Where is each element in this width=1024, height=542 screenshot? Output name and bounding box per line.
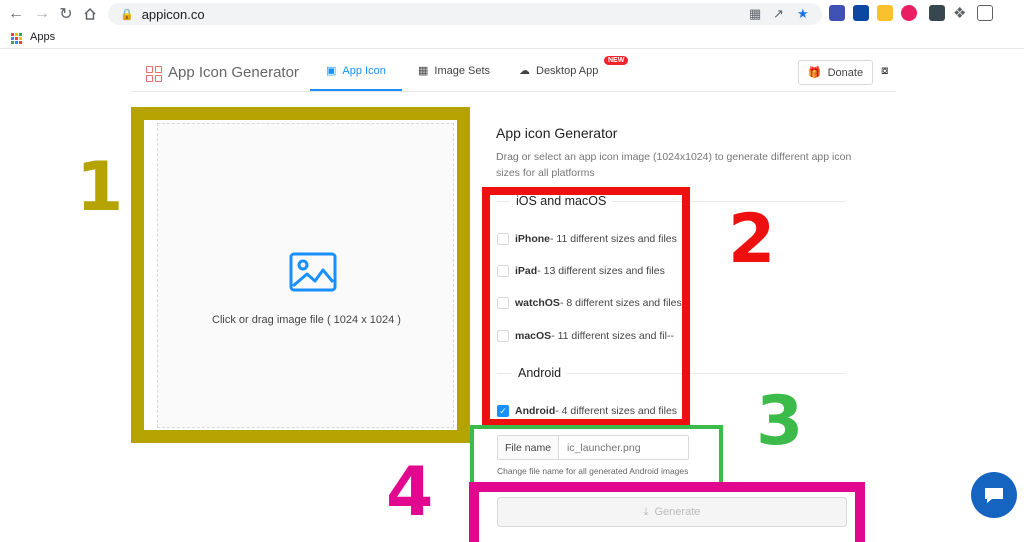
site-header: App Icon Generator ▣ App Icon ▦ Image Se… — [130, 50, 896, 92]
donate-label: Donate — [827, 66, 864, 79]
cloud-download-icon: ☁ — [519, 65, 530, 77]
annotation-number-1: 1 — [76, 148, 124, 227]
chat-bubble-icon — [985, 488, 1003, 503]
tab-image-sets[interactable]: ▦ Image Sets — [418, 64, 491, 78]
tab-desktop-app[interactable]: ☁ Desktop App — [519, 64, 599, 78]
divider — [0, 48, 1024, 49]
home-icon[interactable] — [80, 4, 100, 24]
share-icon[interactable]: ⧇ — [881, 63, 889, 78]
chat-button[interactable] — [971, 472, 1017, 518]
reload-icon[interactable]: ↻ — [56, 4, 76, 24]
heart-extension-icon[interactable] — [901, 5, 917, 21]
annotation-number-4: 4 — [386, 453, 434, 532]
donate-button[interactable]: 🎁 Donate — [798, 60, 873, 85]
lock-icon: 🔒 — [120, 8, 134, 21]
annotation-frame-1 — [131, 107, 470, 443]
browser-toolbar: ← → ↻ 🔒 appicon.co ▦ ↗ ★ ❖ — [0, 0, 1024, 28]
share-page-icon[interactable]: ↗ — [773, 6, 784, 22]
puzzle-icon[interactable]: ❖ — [953, 4, 966, 22]
gift-icon: 🎁 — [807, 67, 822, 79]
annotation-number-3: 3 — [756, 382, 804, 461]
image-icon: ▣ — [326, 65, 337, 77]
logo-icon — [146, 66, 162, 82]
forward-icon[interactable]: → — [32, 4, 52, 24]
tab-label: Image Sets — [434, 64, 491, 77]
bookmark-star-icon[interactable]: ★ — [797, 6, 809, 22]
apps-grid-icon[interactable] — [11, 33, 22, 44]
form-description: Drag or select an app icon image (1024x1… — [496, 151, 852, 179]
window-icon[interactable] — [977, 5, 993, 21]
extension-icon[interactable] — [829, 5, 845, 21]
active-tab-indicator — [310, 89, 402, 91]
form-title: App icon Generator — [496, 125, 618, 141]
address-bar[interactable]: 🔒 appicon.co — [108, 3, 822, 25]
tab-label: Desktop App — [536, 64, 599, 77]
download-extension-icon[interactable] — [853, 5, 869, 21]
grid-icon: ▦ — [418, 65, 429, 77]
eyedropper-extension-icon[interactable] — [929, 5, 945, 21]
annotation-frame-2 — [482, 187, 690, 427]
annotation-frame-4 — [469, 482, 865, 542]
url-text: appicon.co — [141, 6, 205, 22]
tab-app-icon[interactable]: ▣ App Icon — [326, 64, 386, 78]
annotation-number-2: 2 — [728, 200, 776, 279]
extension-icon[interactable] — [877, 5, 893, 21]
tab-label: App Icon — [342, 64, 386, 77]
new-badge: NEW — [604, 56, 629, 65]
apps-bookmark[interactable]: Apps — [30, 31, 55, 43]
annotation-frame-3 — [470, 425, 723, 486]
translate-icon[interactable]: ▦ — [749, 6, 761, 22]
bookmarks-bar — [0, 28, 1024, 48]
logo-text[interactable]: App Icon Generator — [168, 64, 299, 81]
back-icon[interactable]: ← — [6, 4, 26, 24]
